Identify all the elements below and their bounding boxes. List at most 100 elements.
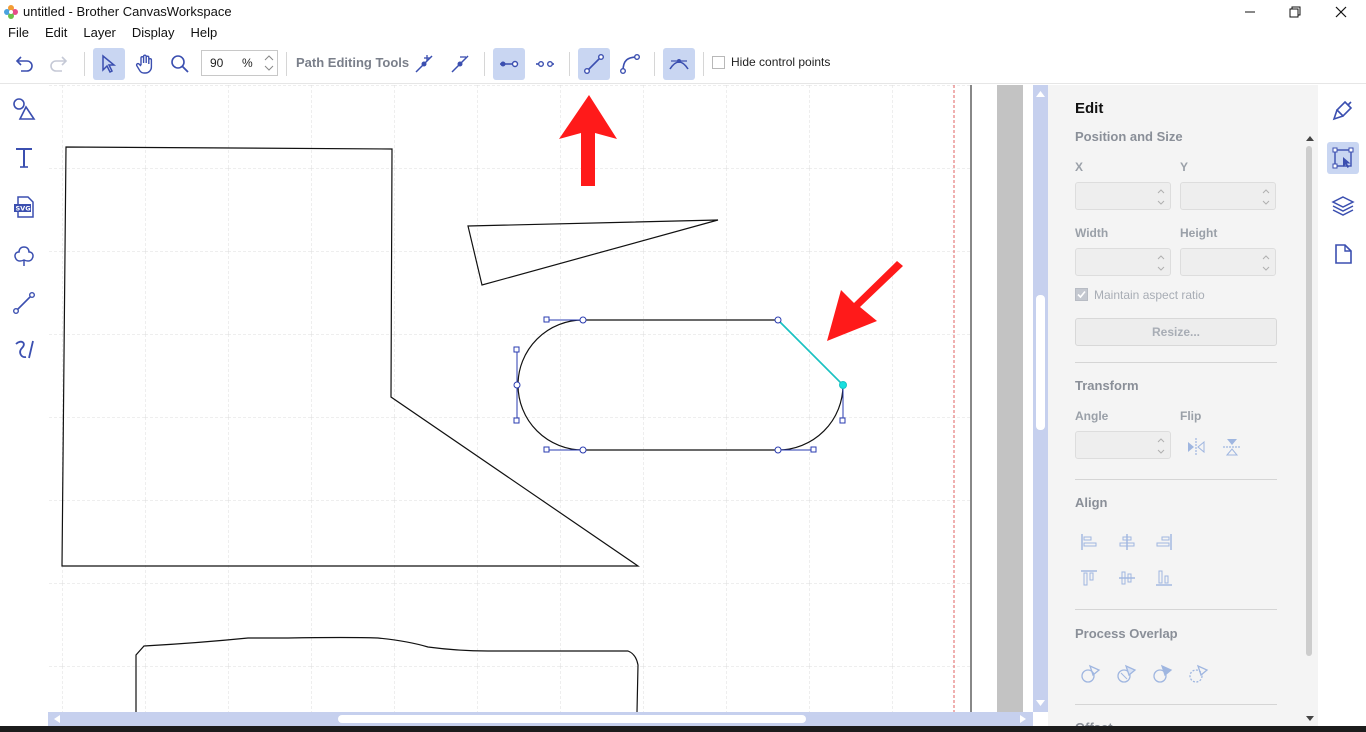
toolbar-separator: [654, 52, 655, 76]
align-left-button[interactable]: [1077, 530, 1101, 554]
layers-button[interactable]: [1327, 190, 1359, 222]
scroll-down-icon[interactable]: [1303, 713, 1317, 725]
add-point-button[interactable]: [408, 48, 440, 80]
scroll-up-icon[interactable]: [1303, 132, 1317, 144]
y-input[interactable]: [1180, 182, 1276, 210]
edit-transform-button[interactable]: [1327, 142, 1359, 174]
page-icon: [1335, 244, 1352, 264]
maintain-aspect-checkbox[interactable]: [1075, 288, 1088, 301]
svg-import-button[interactable]: SVG: [8, 191, 40, 223]
align-right-icon: [1156, 534, 1172, 550]
undo-button[interactable]: [8, 48, 40, 80]
text-button[interactable]: [8, 142, 40, 174]
scroll-left-icon[interactable]: [50, 712, 64, 726]
menu-display[interactable]: Display: [124, 24, 183, 44]
curve-icon: [620, 54, 641, 75]
align-center-button[interactable]: [1115, 530, 1139, 554]
resize-button[interactable]: Resize...: [1075, 318, 1277, 346]
height-label: Height: [1180, 226, 1218, 240]
toolbar-separator: [484, 52, 485, 76]
divider: [1075, 609, 1277, 610]
straight-line-icon: [584, 54, 605, 75]
line-button[interactable]: [8, 287, 40, 319]
scrollbar-thumb[interactable]: [338, 715, 806, 723]
svg-text:SVG: SVG: [16, 205, 31, 213]
subtract-button[interactable]: [1150, 662, 1174, 686]
redo-button[interactable]: [43, 48, 75, 80]
zoom-value[interactable]: 90: [210, 56, 223, 70]
straight-line-button[interactable]: [578, 48, 610, 80]
shapes-button[interactable]: [8, 93, 40, 125]
canvas-vertical-scrollbar[interactable]: [1033, 85, 1048, 712]
edit-transform-icon: [1332, 147, 1354, 169]
weld-button[interactable]: [1078, 662, 1102, 686]
height-input[interactable]: [1180, 248, 1276, 276]
weld-icon: [1081, 664, 1101, 683]
spin-arrows-icon[interactable]: [263, 52, 275, 74]
spin-arrows-icon[interactable]: [1156, 435, 1166, 457]
close-button[interactable]: [1318, 0, 1364, 24]
toolbar-separator: [84, 52, 85, 76]
align-middle-button[interactable]: [1115, 566, 1139, 590]
align-bottom-button[interactable]: [1152, 566, 1176, 590]
flip-label: Flip: [1180, 409, 1202, 423]
delete-point-icon: [451, 55, 469, 73]
pattern-button[interactable]: [8, 240, 40, 272]
select-icon: [102, 54, 117, 74]
restore-button[interactable]: [1272, 0, 1318, 24]
zoom-stepper[interactable]: 90 %: [201, 50, 278, 76]
title-bar: untitled - Brother CanvasWorkspace: [0, 0, 1366, 24]
align-right-button[interactable]: [1152, 530, 1176, 554]
paint-brush-button[interactable]: [1327, 94, 1359, 126]
text-icon: [16, 148, 32, 168]
spin-arrows-icon[interactable]: [1261, 186, 1271, 208]
group-overlap-icon: [1117, 664, 1137, 683]
scrollbar-thumb[interactable]: [1306, 146, 1312, 656]
align-top-button[interactable]: [1077, 566, 1101, 590]
redo-icon: [50, 56, 68, 72]
spin-arrows-icon[interactable]: [1261, 252, 1271, 274]
pattern-icon: [14, 246, 34, 266]
menu-file[interactable]: File: [0, 24, 37, 44]
page-button[interactable]: [1327, 238, 1359, 270]
edit-panel-scrollbar[interactable]: [1303, 130, 1317, 725]
flip-vertical-button[interactable]: [1220, 435, 1244, 459]
freehand-button[interactable]: [8, 334, 40, 366]
width-input[interactable]: [1075, 248, 1171, 276]
spin-arrows-icon[interactable]: [1156, 186, 1166, 208]
intersect-icon: [1189, 664, 1209, 683]
zoom-tool-button[interactable]: [164, 48, 196, 80]
corner-smooth-button[interactable]: [663, 48, 695, 80]
split-point-button[interactable]: [529, 48, 561, 80]
align-top-icon: [1081, 570, 1097, 586]
canvas-horizontal-scrollbar[interactable]: [48, 712, 1033, 726]
canvas[interactable]: [48, 85, 1033, 712]
selected-node[interactable]: [839, 381, 847, 389]
menu-layer[interactable]: Layer: [75, 24, 124, 44]
flip-horizontal-button[interactable]: [1184, 435, 1208, 459]
join-point-button[interactable]: [493, 48, 525, 80]
spin-arrows-icon[interactable]: [1156, 252, 1166, 274]
scroll-right-icon[interactable]: [1016, 712, 1030, 726]
restore-icon: [1289, 6, 1301, 18]
y-label: Y: [1180, 160, 1189, 174]
scroll-up-icon[interactable]: [1033, 87, 1048, 101]
canvas-drawing: [48, 85, 1033, 712]
scroll-down-icon[interactable]: [1033, 696, 1048, 710]
minimize-button[interactable]: [1227, 0, 1273, 24]
hand-tool-button[interactable]: [129, 48, 161, 80]
intersect-button[interactable]: [1186, 662, 1210, 686]
x-input[interactable]: [1075, 182, 1171, 210]
select-tool-button[interactable]: [93, 48, 125, 80]
angle-input[interactable]: [1075, 431, 1171, 459]
scrollbar-thumb[interactable]: [1036, 295, 1045, 430]
delete-point-button[interactable]: [444, 48, 476, 80]
menu-edit[interactable]: Edit: [37, 24, 75, 44]
hide-control-points-checkbox[interactable]: [712, 56, 725, 69]
zoom-icon: [171, 55, 189, 73]
menu-help[interactable]: Help: [183, 24, 226, 44]
canvas-grid: [48, 85, 972, 712]
curve-button[interactable]: [614, 48, 646, 80]
group-overlap-button[interactable]: [1114, 662, 1138, 686]
maintain-aspect-label: Maintain aspect ratio: [1094, 288, 1205, 302]
